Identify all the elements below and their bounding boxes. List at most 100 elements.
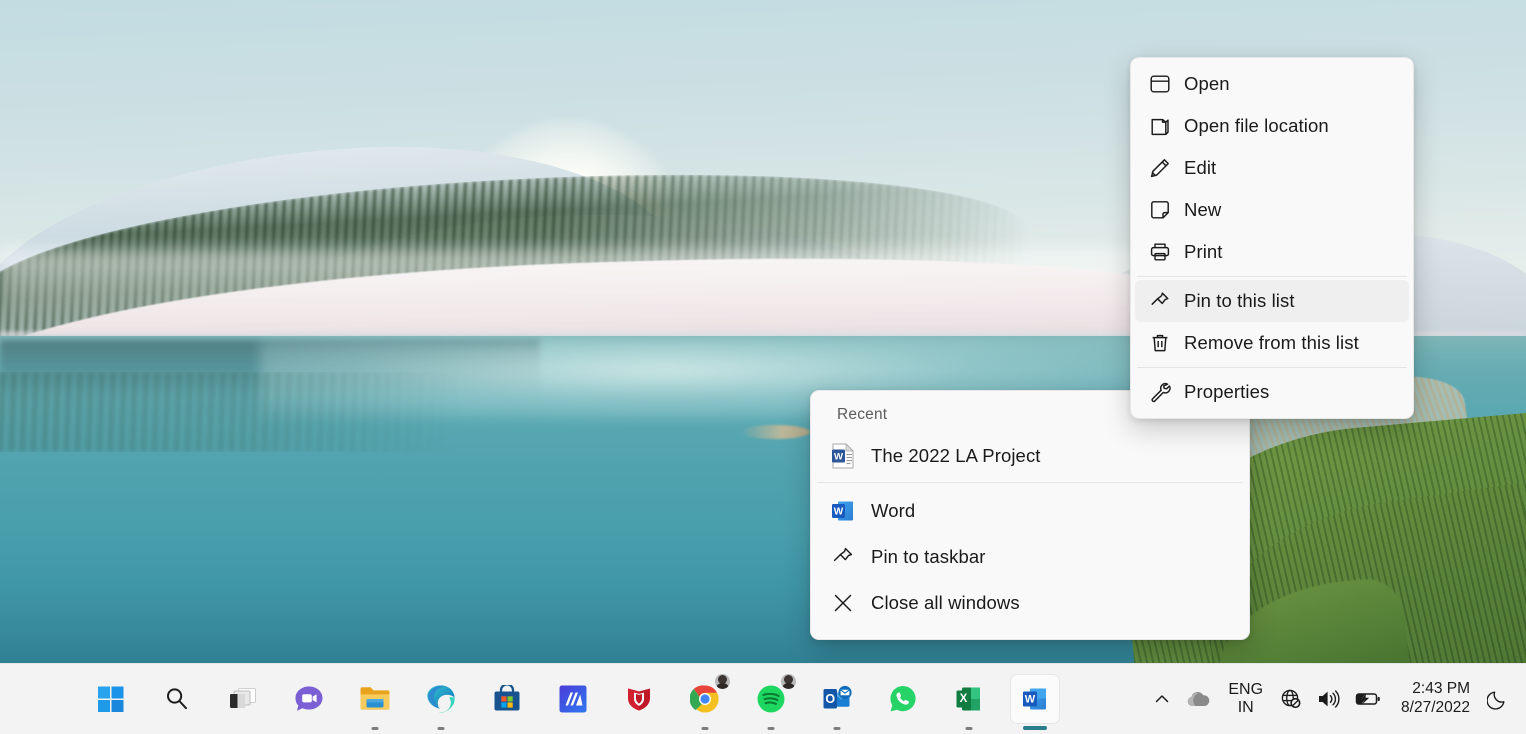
- running-indicator: [833, 726, 841, 730]
- context-menu: Open Open file location Edit New Print P…: [1130, 57, 1414, 419]
- context-menu-item-remove-from-this-list[interactable]: Remove from this list: [1135, 322, 1409, 364]
- taskbar-button-task-view[interactable]: [219, 675, 267, 723]
- store-icon: [494, 684, 520, 710]
- context-menu-item-edit[interactable]: Edit: [1135, 147, 1409, 189]
- taskbar-button-spotify[interactable]: [747, 671, 798, 730]
- avatar: [713, 671, 732, 691]
- reed-sprig: [740, 425, 810, 439]
- globe-no-internet-icon: [1281, 689, 1301, 708]
- wrench-icon: [1143, 381, 1177, 403]
- running-indicator: [437, 726, 445, 730]
- svg-text:O: O: [825, 692, 835, 706]
- tray-clock-time: 2:43 PM: [1412, 679, 1470, 697]
- context-menu-item-label: Print: [1184, 241, 1223, 262]
- mcafee-icon: [628, 688, 650, 710]
- jump-list-action-label: Close all windows: [871, 592, 1020, 613]
- battery-charging-icon: [1355, 692, 1380, 705]
- pin-icon: [823, 545, 863, 569]
- taskbar-button-search[interactable]: [153, 675, 201, 723]
- pencil-icon: [1143, 157, 1177, 179]
- desktop-screen: Recent W The 2022 LA Project W Word Pin …: [0, 0, 1526, 734]
- file-explorer-icon: [360, 686, 390, 710]
- running-indicator: [767, 726, 775, 730]
- svg-text:W: W: [834, 507, 844, 518]
- tray-notifications-button[interactable]: [1480, 675, 1516, 723]
- excel-icon: X: [956, 687, 980, 710]
- task-view-icon: [230, 687, 256, 708]
- window-icon: [1143, 73, 1177, 95]
- svg-text:W: W: [1025, 693, 1036, 705]
- context-menu-item-label: New: [1184, 199, 1222, 220]
- taskbar-button-whatsapp[interactable]: [879, 675, 927, 723]
- jump-list-action-close-all-windows[interactable]: Close all windows: [815, 580, 1245, 626]
- tray-overflow-button[interactable]: [1146, 675, 1178, 723]
- running-indicator: [701, 726, 709, 730]
- context-menu-item-properties[interactable]: Properties: [1135, 371, 1409, 413]
- jump-list-action-label: Word: [871, 500, 916, 521]
- folder-icon: [1143, 115, 1177, 137]
- context-menu-item-pin-to-this-list[interactable]: Pin to this list: [1135, 280, 1409, 322]
- taskbar-button-mcafee[interactable]: [615, 675, 663, 723]
- taskbar-app-strip: O X W: [78, 663, 1068, 734]
- pin-icon: [1143, 290, 1177, 312]
- chat-teams-icon: [295, 686, 323, 711]
- tray-battery-button[interactable]: [1347, 675, 1389, 723]
- taskbar-button-edge[interactable]: [417, 675, 465, 730]
- printer-icon: [1143, 241, 1177, 263]
- windows-start-icon: [98, 686, 124, 712]
- running-indicator: [371, 726, 379, 730]
- taskbar-button-chrome[interactable]: [681, 671, 732, 730]
- running-indicator: [965, 726, 973, 730]
- taskbar-button-outlook[interactable]: O: [813, 675, 861, 730]
- tray-network-button[interactable]: [1273, 675, 1309, 723]
- avatar: [779, 671, 798, 691]
- tray-onedrive-button[interactable]: [1178, 675, 1218, 723]
- whatsapp-icon: [890, 685, 916, 711]
- taskbar-button-word[interactable]: W: [1011, 674, 1059, 730]
- new-document-icon: [1143, 199, 1177, 221]
- word-app-icon: W: [1023, 688, 1046, 709]
- taskbar-button-chat[interactable]: [285, 675, 333, 723]
- jump-list-action-word[interactable]: W Word: [815, 488, 1245, 534]
- taskbar-button-excel[interactable]: X: [945, 675, 993, 730]
- context-menu-item-label: Remove from this list: [1184, 332, 1359, 353]
- context-menu-item-open-file-location[interactable]: Open file location: [1135, 105, 1409, 147]
- context-menu-item-print[interactable]: Print: [1135, 231, 1409, 273]
- taskbar-button-start[interactable]: [87, 675, 135, 723]
- edge-icon: [427, 684, 455, 713]
- svg-text:X: X: [960, 693, 968, 705]
- taskbar: O X W ENG IN 2:43 PM 8/27/2022: [0, 663, 1526, 734]
- word-jump-list: Recent W The 2022 LA Project W Word Pin …: [810, 390, 1250, 640]
- context-menu-item-label: Pin to this list: [1184, 290, 1295, 311]
- context-menu-item-open[interactable]: Open: [1135, 63, 1409, 105]
- snow-haze: [0, 250, 1300, 340]
- m-app-icon: [559, 685, 587, 712]
- tray-language-primary: ENG: [1228, 680, 1264, 698]
- taskbar-button-file-explorer[interactable]: [351, 675, 399, 730]
- taskbar-button-store[interactable]: [483, 675, 531, 723]
- context-menu-separator: [1137, 276, 1407, 277]
- onedrive-cloud-icon: [1188, 691, 1210, 706]
- tray-clock-date: 8/27/2022: [1401, 698, 1470, 716]
- tray-volume-button[interactable]: [1309, 675, 1347, 723]
- jump-list-action-pin-to-taskbar[interactable]: Pin to taskbar: [815, 534, 1245, 580]
- jump-list-action-label: Pin to taskbar: [871, 546, 986, 567]
- taskbar-button-m-app[interactable]: [549, 675, 597, 723]
- tray-language-secondary: IN: [1237, 698, 1254, 716]
- context-menu-item-new[interactable]: New: [1135, 189, 1409, 231]
- context-menu-separator: [1137, 367, 1407, 368]
- search-icon: [167, 687, 187, 709]
- outlook-icon: O: [823, 685, 852, 708]
- tray-clock[interactable]: 2:43 PM 8/27/2022: [1389, 675, 1480, 723]
- tray-language-indicator[interactable]: ENG IN: [1218, 675, 1273, 723]
- jump-list-recent-item[interactable]: W The 2022 LA Project: [815, 433, 1245, 479]
- svg-text:W: W: [834, 452, 843, 463]
- context-menu-item-label: Open file location: [1184, 115, 1329, 136]
- system-tray: ENG IN 2:43 PM 8/27/2022: [1146, 663, 1526, 734]
- active-indicator: [1023, 725, 1047, 730]
- jump-list-recent-item-label: The 2022 LA Project: [871, 445, 1041, 466]
- context-menu-item-label: Open: [1184, 73, 1230, 94]
- context-menu-item-label: Edit: [1184, 157, 1217, 178]
- word-document-icon: W: [823, 443, 863, 469]
- jump-list-separator: [817, 482, 1243, 483]
